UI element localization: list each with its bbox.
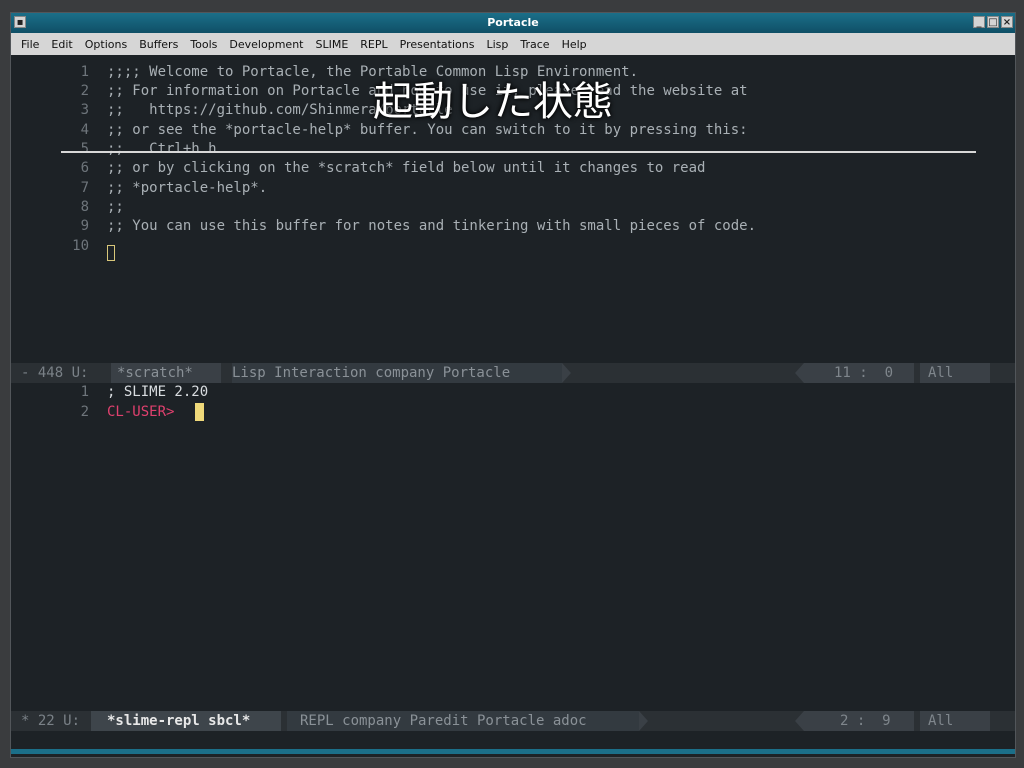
menu-tools[interactable]: Tools <box>190 38 217 51</box>
minibuffer[interactable] <box>11 731 1015 749</box>
line-number: 9 <box>80 218 89 234</box>
mode-line-buffer-name[interactable]: *scratch* <box>111 363 221 383</box>
menu-presentations[interactable]: Presentations <box>400 38 475 51</box>
mode-line-status: * 22 U: <box>21 713 81 729</box>
menu-help[interactable]: Help <box>562 38 587 51</box>
mode-line-buffer-name[interactable]: *slime-repl sbcl* <box>91 711 281 731</box>
emacs-window: ▪ Portacle _ □ × File Edit Options Buffe… <box>10 12 1016 758</box>
line-number: 7 <box>80 180 89 196</box>
menu-slime[interactable]: SLIME <box>315 38 348 51</box>
line-number: 4 <box>80 122 89 138</box>
title-bar[interactable]: ▪ Portacle _ □ × <box>11 13 1015 33</box>
line-text: ;; You can use this buffer for notes and… <box>107 218 757 234</box>
line-number: 1 <box>80 64 89 80</box>
repl-cursor <box>195 403 204 421</box>
menu-options[interactable]: Options <box>85 38 127 51</box>
line-number: 5 <box>80 141 89 157</box>
mode-line-modes[interactable]: REPL company Paredit Portacle adoc <box>287 711 639 731</box>
menu-edit[interactable]: Edit <box>51 38 72 51</box>
menu-repl[interactable]: REPL <box>360 38 387 51</box>
menu-buffers[interactable]: Buffers <box>139 38 178 51</box>
scratch-mode-line: - 448 U: *scratch* Lisp Interaction comp… <box>11 363 1015 383</box>
line-number: 1 <box>80 384 89 400</box>
line-text: ;; <box>107 199 124 215</box>
mode-line-separator <box>562 363 571 383</box>
line-number: 6 <box>80 160 89 176</box>
menu-lisp[interactable]: Lisp <box>486 38 508 51</box>
mode-line-scope: All <box>920 363 990 383</box>
repl-mode-line: * 22 U: *slime-repl sbcl* REPL company P… <box>11 711 1015 731</box>
repl-banner: ; SLIME 2.20 <box>107 384 209 400</box>
line-text: ;; or by clicking on the *scratch* field… <box>107 160 706 176</box>
mode-line-separator <box>639 711 648 731</box>
repl-prompt[interactable]: CL-USER> <box>107 403 183 422</box>
menu-trace[interactable]: Trace <box>520 38 549 51</box>
mode-line-separator <box>795 363 804 383</box>
mode-line-modes[interactable]: Lisp Interaction company Portacle <box>232 363 562 383</box>
mode-line-position: 2 : 9 <box>804 711 914 731</box>
menu-bar: File Edit Options Buffers Tools Developm… <box>11 33 1015 55</box>
line-number: 2 <box>80 83 89 99</box>
line-number: 2 <box>80 404 89 420</box>
line-number: 8 <box>80 199 89 215</box>
overlay-caption: 起動した状態 <box>373 79 613 125</box>
line-text: ;; Ctrl+h h <box>107 141 217 157</box>
mode-line-position: 11 : 0 <box>804 363 914 383</box>
line-number: 10 <box>72 238 89 254</box>
line-text: ;; *portacle-help*. <box>107 180 268 196</box>
menu-development[interactable]: Development <box>229 38 303 51</box>
maximize-icon[interactable]: □ <box>987 16 999 28</box>
window-title: Portacle <box>487 16 539 29</box>
window-bottom-border <box>11 749 1015 754</box>
mode-line-separator <box>795 711 804 731</box>
line-number: 3 <box>80 102 89 118</box>
minimize-icon[interactable]: _ <box>973 16 985 28</box>
overlay-divider <box>61 151 976 153</box>
mode-line-scope: All <box>920 711 990 731</box>
slime-repl-buffer[interactable]: 1 ; SLIME 2.20 2 CL-USER> <box>11 384 1015 711</box>
text-cursor <box>107 245 115 261</box>
close-icon[interactable]: × <box>1001 16 1013 28</box>
mode-line-status: - 448 U: <box>21 365 89 381</box>
menu-file[interactable]: File <box>21 38 39 51</box>
